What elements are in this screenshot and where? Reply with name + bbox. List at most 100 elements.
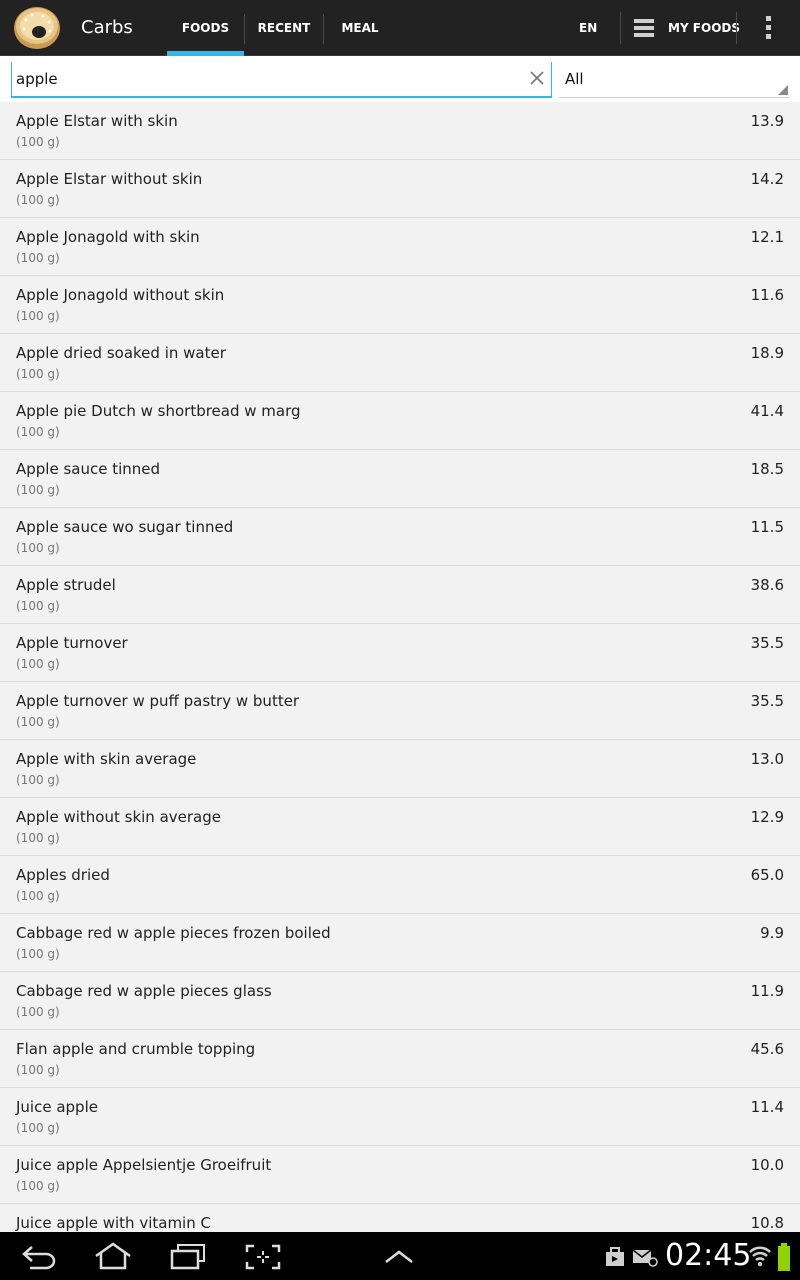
food-carbs-value: 10.8: [750, 1214, 784, 1232]
food-list[interactable]: Apple Elstar with skin (100 g) 13.9 Apple E…: [0, 102, 800, 1232]
food-row[interactable]: Apple sauce tinned (100 g) 18.5: [0, 450, 800, 508]
food-carbs-value: 18.5: [750, 460, 784, 478]
search-bar: apple All: [0, 56, 800, 102]
home-icon[interactable]: [92, 1242, 134, 1270]
food-row[interactable]: Apple turnover (100 g) 35.5: [0, 624, 800, 682]
food-row[interactable]: Apple dried soaked in water (100 g) 18.9: [0, 334, 800, 392]
food-carbs-value: 35.5: [750, 692, 784, 710]
food-row[interactable]: Apples dried (100 g) 65.0: [0, 856, 800, 914]
food-portion: (100 g): [16, 1179, 60, 1193]
food-portion: (100 g): [16, 1063, 60, 1077]
food-name: Juice apple: [16, 1098, 98, 1116]
wifi-icon: [749, 1246, 771, 1267]
app-title: Carbs: [81, 17, 133, 38]
food-name: Juice apple with vitamin C: [16, 1214, 211, 1232]
food-portion: (100 g): [16, 831, 60, 845]
food-name: Cabbage red w apple pieces frozen boiled: [16, 924, 331, 942]
food-portion: (100 g): [16, 483, 60, 497]
search-query-text[interactable]: apple: [16, 70, 58, 88]
food-row[interactable]: Juice apple with vitamin C(100 g)10.8: [0, 1204, 800, 1232]
food-carbs-value: 12.9: [750, 808, 784, 826]
food-name: Cabbage red w apple pieces glass: [16, 982, 272, 1000]
tab-recent[interactable]: RECENT: [245, 0, 323, 56]
food-carbs-value: 13.0: [750, 750, 784, 768]
food-row[interactable]: Cabbage red w apple pieces glass (100 g) 1…: [0, 972, 800, 1030]
search-input[interactable]: [11, 62, 552, 98]
food-carbs-value: 12.1: [750, 228, 784, 246]
food-carbs-value: 18.9: [750, 344, 784, 362]
my-foods-list-icon[interactable]: [633, 18, 655, 38]
food-portion: (100 g): [16, 193, 60, 207]
food-portion: (100 g): [16, 367, 60, 381]
food-portion: (100 g): [16, 889, 60, 903]
food-row[interactable]: Apple sauce wo sugar tinned (100 g) 11.5: [0, 508, 800, 566]
food-portion: (100 g): [16, 599, 60, 613]
food-carbs-value: 13.9: [750, 112, 784, 130]
food-row[interactable]: Apple with skin average (100 g) 13.0: [0, 740, 800, 798]
food-name: Apple without skin average: [16, 808, 221, 826]
back-icon[interactable]: [20, 1244, 58, 1270]
food-name: Apple Elstar without skin: [16, 170, 203, 188]
food-row[interactable]: Apple Elstar with skin (100 g) 13.9: [0, 102, 800, 160]
food-carbs-value: 11.5: [750, 518, 784, 536]
food-carbs-value: 11.4: [750, 1098, 784, 1116]
food-portion: (100 g): [16, 425, 60, 439]
food-carbs-value: 11.6: [750, 286, 784, 304]
category-filter-value: All: [565, 70, 584, 88]
food-name: Apple turnover w puff pastry w butter: [16, 692, 300, 710]
food-carbs-value: 10.0: [750, 1156, 784, 1174]
language-button[interactable]: EN: [579, 0, 597, 56]
tab-foods[interactable]: FOODS: [167, 0, 244, 57]
action-bar: Carbs FOODS RECENT MEAL EN MY FOODS: [0, 0, 800, 57]
food-portion: (100 g): [16, 947, 60, 961]
food-portion: (100 g): [16, 1005, 60, 1019]
food-row[interactable]: Juice apple (100 g) 11.4: [0, 1088, 800, 1146]
my-foods-button[interactable]: MY FOODS: [668, 0, 740, 56]
overflow-menu-icon[interactable]: [757, 14, 779, 42]
food-row[interactable]: Apple strudel (100 g) 38.6: [0, 566, 800, 624]
food-name: Juice apple Appelsientje Groeifruit: [16, 1156, 272, 1174]
food-portion: (100 g): [16, 541, 60, 555]
food-carbs-value: 38.6: [750, 576, 784, 594]
dropdown-triangle-icon: [778, 85, 788, 95]
food-name: Apple dried soaked in water: [16, 344, 226, 362]
food-carbs-value: 35.5: [750, 634, 784, 652]
category-filter-dropdown[interactable]: All: [559, 62, 790, 98]
food-carbs-value: 45.6: [750, 1040, 784, 1058]
recents-icon[interactable]: [168, 1243, 208, 1271]
system-navigation-bar: 02:45: [0, 1232, 800, 1280]
up-chevron-icon[interactable]: [383, 1248, 415, 1266]
food-name: Apple pie Dutch w shortbread w marg: [16, 402, 301, 420]
food-name: Apples dried: [16, 866, 110, 884]
food-carbs-value: 11.9: [750, 982, 784, 1000]
food-name: Flan apple and crumble topping: [16, 1040, 256, 1058]
food-portion: (100 g): [16, 773, 60, 787]
bagel-logo-icon[interactable]: [12, 4, 62, 52]
tab-meal[interactable]: MEAL: [324, 0, 396, 56]
food-portion: (100 g): [16, 309, 60, 323]
food-name: Apple sauce wo sugar tinned: [16, 518, 234, 536]
food-name: Apple turnover: [16, 634, 128, 652]
food-row[interactable]: Apple Jonagold with skin (100 g) 12.1: [0, 218, 800, 276]
screenshot-icon[interactable]: [245, 1244, 281, 1270]
food-row[interactable]: Apple Jonagold without skin (100 g) 11.6: [0, 276, 800, 334]
battery-icon: [778, 1243, 790, 1271]
clear-x-icon[interactable]: [527, 68, 547, 88]
food-portion: (100 g): [16, 1121, 60, 1135]
food-row[interactable]: Apple pie Dutch w shortbread w marg (100 …: [0, 392, 800, 450]
food-row[interactable]: Apple without skin average (100 g) 12.9: [0, 798, 800, 856]
action-divider: [736, 12, 737, 44]
action-divider: [620, 12, 621, 44]
food-name: Apple strudel: [16, 576, 116, 594]
food-carbs-value: 14.2: [750, 170, 784, 188]
food-carbs-value: 65.0: [750, 866, 784, 884]
food-row[interactable]: Juice apple Appelsientje Groeifruit (100 …: [0, 1146, 800, 1204]
email-notification-icon: [632, 1249, 658, 1267]
food-row[interactable]: Apple Elstar without skin (100 g) 14.2: [0, 160, 800, 218]
food-row[interactable]: Flan apple and crumble topping (100 g) 45.…: [0, 1030, 800, 1088]
food-row[interactable]: Apple turnover w puff pastry w butter (10…: [0, 682, 800, 740]
food-row[interactable]: Cabbage red w apple pieces frozen boiled…: [0, 914, 800, 972]
food-name: Apple sauce tinned: [16, 460, 161, 478]
bag-notification-icon: [606, 1247, 624, 1266]
food-name: Apple with skin average: [16, 750, 197, 768]
